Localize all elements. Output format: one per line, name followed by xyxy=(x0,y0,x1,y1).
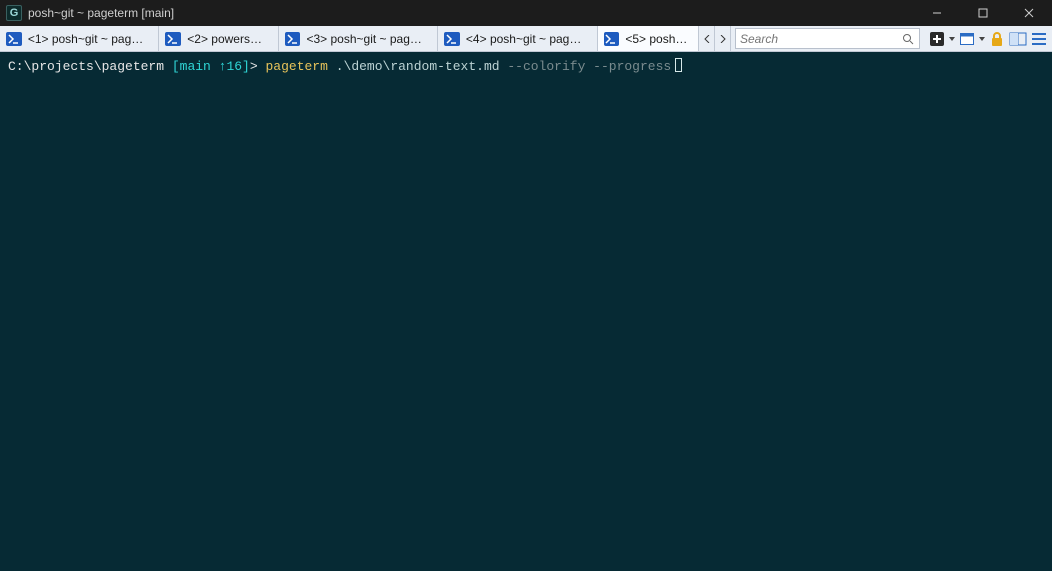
menu-button[interactable] xyxy=(1030,29,1048,49)
search-icon xyxy=(901,32,915,46)
prompt-path: C:\projects\pageterm xyxy=(8,59,164,74)
tab-label: <5> posh~g xyxy=(625,32,688,46)
panel-split-button[interactable] xyxy=(1008,29,1028,49)
tab-strip: <1> posh~git ~ page… <2> powershell <3> … xyxy=(0,26,1052,52)
search-box[interactable] xyxy=(735,28,920,49)
powershell-icon xyxy=(6,32,22,46)
new-tab-dropdown[interactable] xyxy=(948,37,956,41)
prompt-branch: [main ↑16] xyxy=(172,59,250,74)
window-title: posh~git ~ pageterm [main] xyxy=(28,6,174,20)
minimize-button[interactable] xyxy=(914,0,960,26)
tab-3[interactable]: <3> posh~git ~ page… xyxy=(279,26,438,51)
window-layout-dropdown[interactable] xyxy=(978,37,986,41)
tab-label: <1> posh~git ~ page… xyxy=(28,32,149,46)
prompt-args: .\demo\random-text.md xyxy=(336,59,500,74)
tab-scroll-left[interactable] xyxy=(699,26,715,51)
tab-label: <4> posh~git ~ page… xyxy=(466,32,587,46)
lock-button[interactable] xyxy=(988,29,1006,49)
tab-label: <3> posh~git ~ page… xyxy=(306,32,427,46)
powershell-icon xyxy=(444,32,460,46)
powershell-icon xyxy=(165,32,181,46)
terminal-pane[interactable]: C:\projects\pageterm [main ↑16]> pageter… xyxy=(0,52,1052,571)
close-button[interactable] xyxy=(1006,0,1052,26)
app-icon: G xyxy=(6,5,22,21)
powershell-icon xyxy=(285,32,301,46)
tab-label: <2> powershell xyxy=(187,32,267,46)
tab-4[interactable]: <4> posh~git ~ page… xyxy=(438,26,597,51)
tab-2[interactable]: <2> powershell xyxy=(159,26,278,51)
terminal-cursor xyxy=(675,58,682,72)
prompt-cmd: pageterm xyxy=(265,59,327,74)
window-layout-button[interactable] xyxy=(958,29,976,49)
titlebar: G posh~git ~ pageterm [main] xyxy=(0,0,1052,26)
powershell-icon xyxy=(604,32,620,46)
tab-1[interactable]: <1> posh~git ~ page… xyxy=(0,26,159,51)
tab-5[interactable]: <5> posh~g xyxy=(598,26,700,51)
toolbar xyxy=(924,26,1052,51)
prompt-flags: --colorify --progress xyxy=(507,59,671,74)
tab-scroll-right[interactable] xyxy=(715,26,731,51)
search-input[interactable] xyxy=(740,32,897,46)
app-icon-letter: G xyxy=(10,7,19,19)
prompt-gt: > xyxy=(250,59,258,74)
maximize-button[interactable] xyxy=(960,0,1006,26)
new-tab-button[interactable] xyxy=(928,29,946,49)
